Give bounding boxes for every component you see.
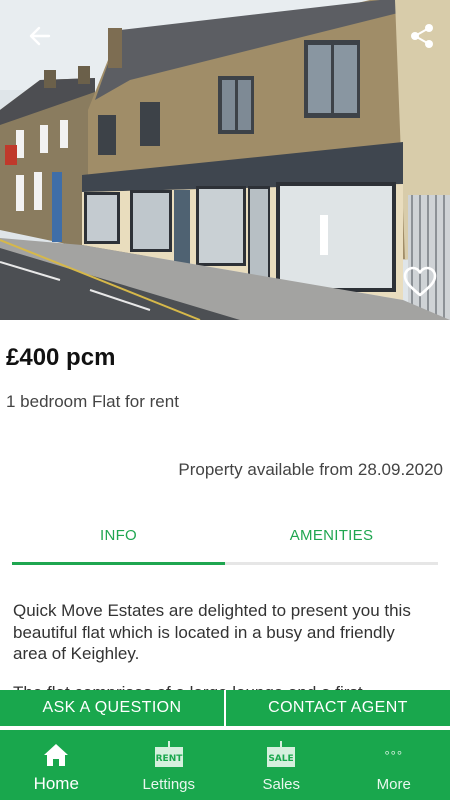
nav-label-more: More (376, 776, 411, 793)
property-description: Quick Move Estates are delighted to pres… (13, 601, 411, 663)
favorite-button[interactable] (400, 262, 440, 302)
ask-question-button[interactable]: ASK A QUESTION (0, 690, 224, 726)
arrow-back-icon (29, 26, 51, 46)
detail-tabs: INFO AMENITIES (12, 520, 438, 565)
property-photo[interactable] (0, 0, 450, 320)
nav-item-home[interactable]: Home (0, 730, 113, 800)
more-icon: °°° (384, 747, 404, 763)
home-icon (44, 744, 69, 766)
contact-agent-button[interactable]: CONTACT AGENT (226, 690, 450, 726)
availability-date: Property available from 28.09.2020 (178, 460, 443, 479)
back-button[interactable] (20, 16, 60, 56)
share-button[interactable] (402, 16, 442, 56)
tab-info[interactable]: INFO (12, 520, 225, 565)
share-icon (411, 24, 433, 48)
sale-sign-text: SALE (269, 754, 294, 764)
nav-label-lettings: Lettings (142, 776, 196, 793)
building-illustration (0, 0, 450, 320)
nav-item-lettings[interactable]: RENT Lettings (113, 730, 226, 800)
nav-label-sales: Sales (262, 776, 301, 793)
listing-subtitle: 1 bedroom Flat for rent (6, 392, 179, 411)
rent-sign-text: RENT (155, 754, 183, 764)
bottom-navigation: Home RENT Lettings SALE Sales °°° More (0, 730, 450, 800)
action-bar: ASK A QUESTION CONTACT AGENT (0, 690, 450, 726)
rent-sign-icon: RENT (154, 741, 183, 767)
nav-item-more[interactable]: °°° More (338, 730, 450, 800)
description-continued: The flat comprises of a large lounge and… (13, 682, 433, 690)
heart-outline-icon (403, 266, 437, 297)
nav-label-home: Home (33, 774, 79, 793)
sale-sign-icon: SALE (267, 741, 296, 767)
listing-price: £400 pcm (6, 344, 116, 371)
tab-amenities[interactable]: AMENITIES (225, 520, 438, 562)
nav-item-sales[interactable]: SALE Sales (225, 730, 338, 800)
